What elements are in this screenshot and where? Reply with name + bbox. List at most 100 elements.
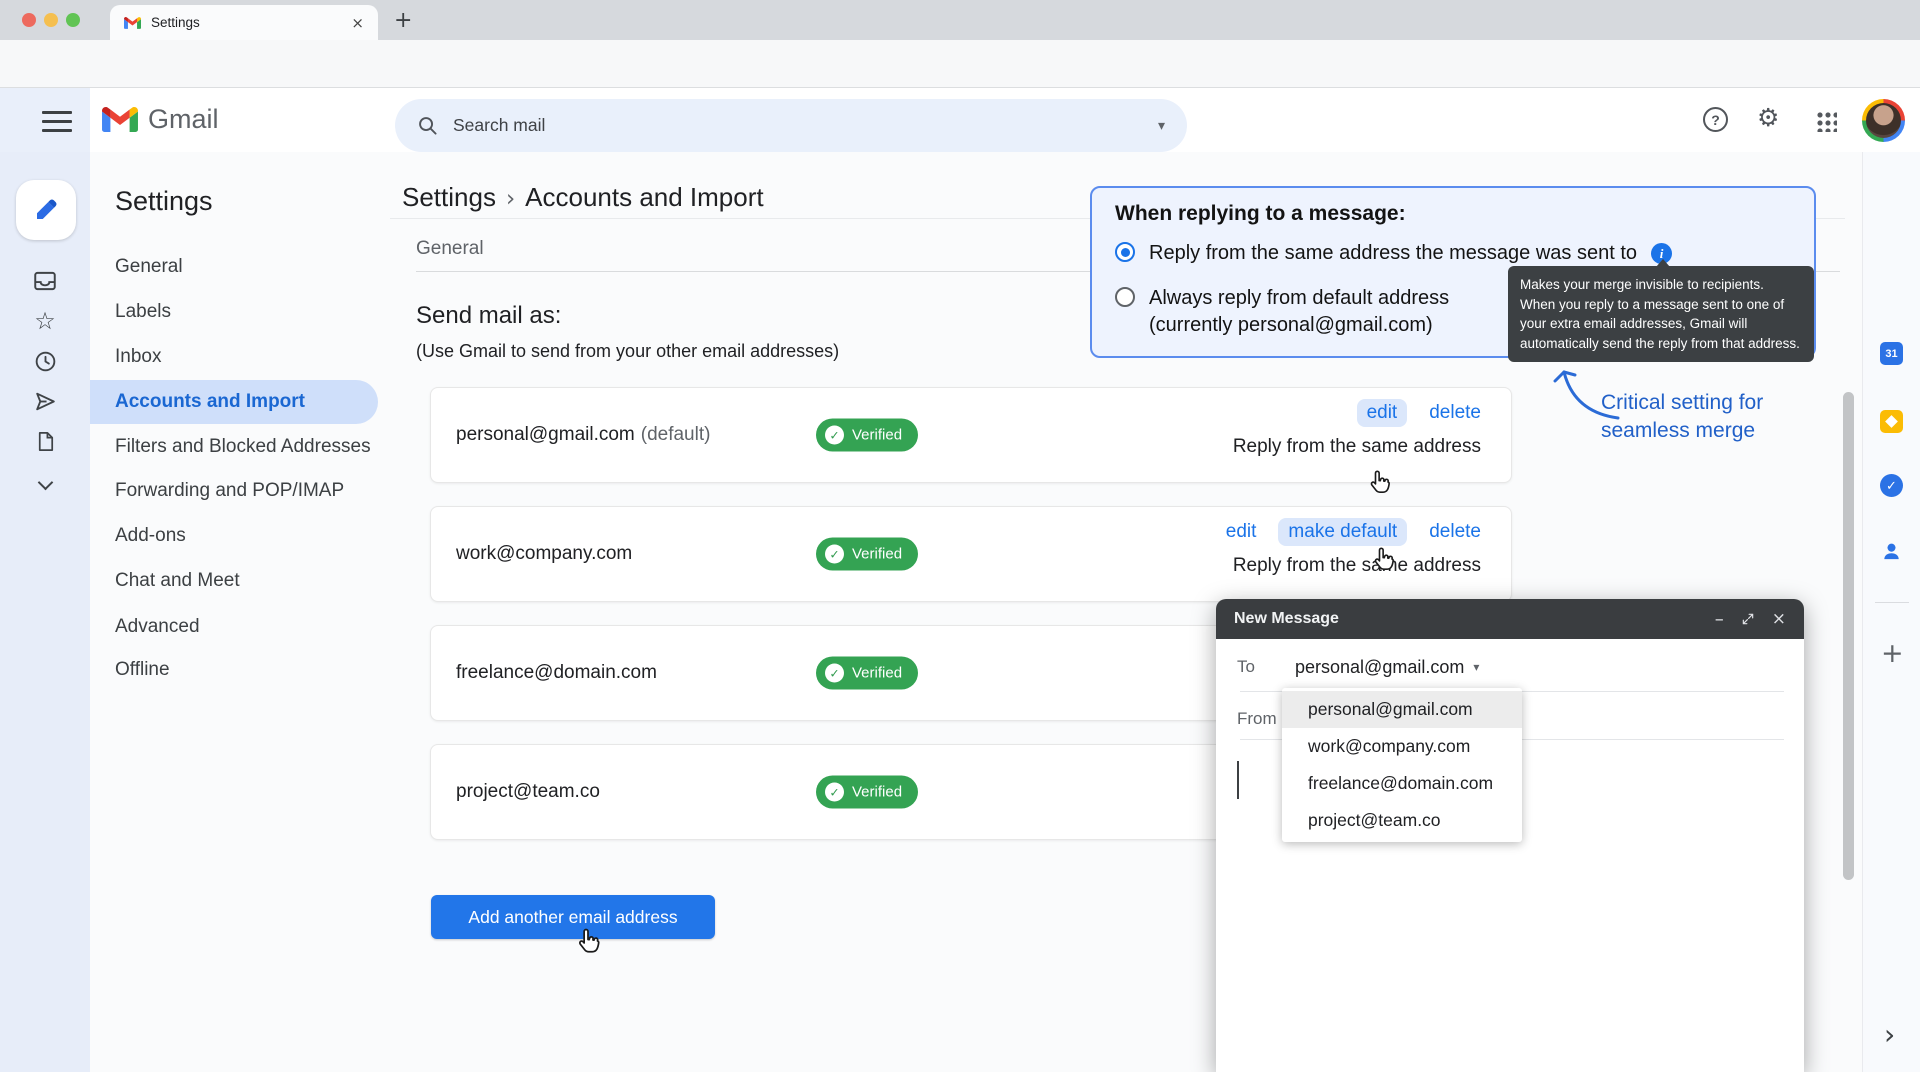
main-menu-icon[interactable] [42, 111, 72, 138]
snoozed-icon[interactable] [32, 348, 58, 374]
reply-same-label: Reply from the same address the message … [1149, 240, 1637, 267]
tasks-icon[interactable]: ✓ [1880, 474, 1903, 497]
breadcrumb-root[interactable]: Settings [402, 182, 496, 212]
reply-default-line1: Always reply from default address [1149, 287, 1449, 309]
search-options-caret-icon[interactable]: ▾ [1158, 118, 1165, 134]
sidebar-item-chat-and-meet[interactable]: Chat and Meet [115, 570, 240, 592]
row-actions: edit delete Reply from the same address [1233, 402, 1481, 458]
edit-link[interactable]: edit [1226, 521, 1257, 543]
badge-label: Verified [852, 427, 902, 444]
account-email: personal@gmail.com(default) [456, 424, 710, 446]
hand-cursor-icon [1370, 545, 1400, 575]
search-input[interactable]: Search mail [453, 115, 545, 136]
close-window-button[interactable] [22, 13, 36, 27]
help-icon[interactable]: ? [1703, 107, 1728, 132]
reply-note: Reply from the same address [1233, 436, 1481, 458]
account-email: freelance@domain.com [456, 662, 657, 684]
to-caret-icon: ▾ [1473, 660, 1479, 674]
tab-general[interactable]: General [416, 238, 484, 260]
reply-panel-title: When replying to a message: [1115, 202, 1406, 226]
sidebar-item-offline[interactable]: Offline [115, 659, 170, 681]
make-default-link[interactable]: make default [1278, 518, 1407, 546]
radio-selected-icon[interactable] [1115, 242, 1135, 262]
delete-link[interactable]: delete [1429, 402, 1481, 424]
to-row[interactable]: To personal@gmail.com ▾ [1237, 647, 1479, 687]
check-icon: ✓ [825, 545, 844, 564]
close-icon[interactable]: × [1772, 609, 1786, 629]
inbox-icon[interactable] [32, 268, 58, 294]
dropdown-option-personal[interactable]: personal@gmail.com [1282, 691, 1522, 728]
google-apps-icon[interactable] [1815, 110, 1837, 132]
browser-tabstrip: Settings × + [0, 0, 1920, 40]
hand-cursor-icon [1366, 468, 1396, 498]
annotation-text: Critical setting for seamless merge [1601, 389, 1763, 445]
sidebar-item-accounts-and-import[interactable]: Accounts and Import [115, 391, 305, 413]
compose-button[interactable] [16, 180, 76, 240]
contacts-icon[interactable] [1880, 540, 1903, 563]
reply-default-option[interactable]: Always reply from default address (curre… [1115, 285, 1449, 339]
pencil-icon [33, 197, 59, 223]
sidebar-item-filters[interactable]: Filters and Blocked Addresses [115, 436, 371, 458]
add-another-email-button[interactable]: Add another email address [431, 895, 715, 939]
window-controls[interactable] [22, 13, 80, 27]
browser-tab[interactable]: Settings × [110, 5, 378, 40]
starred-icon[interactable]: ☆ [32, 308, 58, 334]
badge-label: Verified [852, 546, 902, 563]
collapse-panel-chevron-icon[interactable]: › [1884, 1018, 1895, 1051]
close-tab-icon[interactable]: × [351, 14, 364, 32]
zoom-window-button[interactable] [66, 13, 80, 27]
settings-nav-title: Settings [115, 186, 213, 217]
calendar-icon[interactable]: 31 [1880, 342, 1903, 365]
edit-link[interactable]: edit [1357, 399, 1408, 427]
search-icon [417, 115, 438, 136]
search-bar[interactable]: Search mail ▾ [395, 99, 1187, 152]
sidebar-item-general[interactable]: General [115, 256, 183, 278]
compose-header[interactable]: New Message – × [1216, 599, 1804, 639]
screen: Settings × + ← → https://mail.google.com… [0, 0, 1920, 1072]
from-address-dropdown: personal@gmail.com work@company.com free… [1282, 688, 1522, 842]
avatar [1866, 103, 1901, 138]
sidebar-item-inbox[interactable]: Inbox [115, 346, 161, 368]
minimize-window-button[interactable] [44, 13, 58, 27]
reply-same-option[interactable]: Reply from the same address the message … [1115, 240, 1672, 267]
hand-cursor-icon [574, 926, 606, 958]
browser-toolbar: ← → https://mail.google.com/mail/u/0/#se… [0, 40, 1920, 88]
drafts-icon[interactable] [32, 428, 58, 454]
delete-link[interactable]: delete [1429, 521, 1481, 543]
minimize-icon[interactable]: – [1715, 609, 1724, 630]
expand-icon[interactable] [1741, 612, 1755, 626]
radio-unselected-icon[interactable] [1115, 287, 1135, 307]
email-text: personal@gmail.com [456, 424, 635, 445]
scrollbar-thumb[interactable] [1843, 392, 1854, 880]
account-email: project@team.co [456, 781, 600, 803]
account-avatar[interactable] [1862, 99, 1905, 142]
keep-icon[interactable] [1880, 410, 1903, 433]
check-icon: ✓ [825, 783, 844, 802]
to-label: To [1237, 657, 1295, 677]
more-labels-chevron-icon[interactable] [32, 472, 58, 498]
tab-title: Settings [151, 15, 200, 30]
check-icon: ✓ [825, 664, 844, 683]
dropdown-option-project[interactable]: project@team.co [1282, 802, 1522, 839]
row-actions: edit make default delete Reply from the … [1226, 521, 1481, 577]
status-badge: ✓ Verified [816, 538, 918, 571]
breadcrumb: Settings›Accounts and Import [402, 182, 764, 213]
get-addons-plus-icon[interactable]: + [1881, 638, 1904, 669]
reply-default-label: Always reply from default address (curre… [1149, 285, 1449, 339]
sidebar-item-advanced[interactable]: Advanced [115, 616, 200, 638]
settings-gear-icon[interactable]: ⚙ [1757, 103, 1779, 132]
to-value-dropdown[interactable]: personal@gmail.com ▾ [1295, 657, 1479, 678]
section-subtitle: (Use Gmail to send from your other email… [416, 341, 839, 362]
email-text: project@team.co [456, 781, 600, 802]
new-tab-button[interactable]: + [394, 8, 412, 33]
sent-icon[interactable] [32, 388, 58, 414]
email-text: freelance@domain.com [456, 662, 657, 683]
sidebar-item-addons[interactable]: Add-ons [115, 525, 186, 547]
sidebar-item-forwarding[interactable]: Forwarding and POP/IMAP [115, 480, 344, 502]
sidebar-item-labels[interactable]: Labels [115, 301, 171, 323]
dropdown-option-freelance[interactable]: freelance@domain.com [1282, 765, 1522, 802]
status-badge: ✓ Verified [816, 657, 918, 690]
annotation-line1: Critical setting for [1601, 389, 1763, 417]
rail-divider [1875, 602, 1909, 603]
dropdown-option-work[interactable]: work@company.com [1282, 728, 1522, 765]
